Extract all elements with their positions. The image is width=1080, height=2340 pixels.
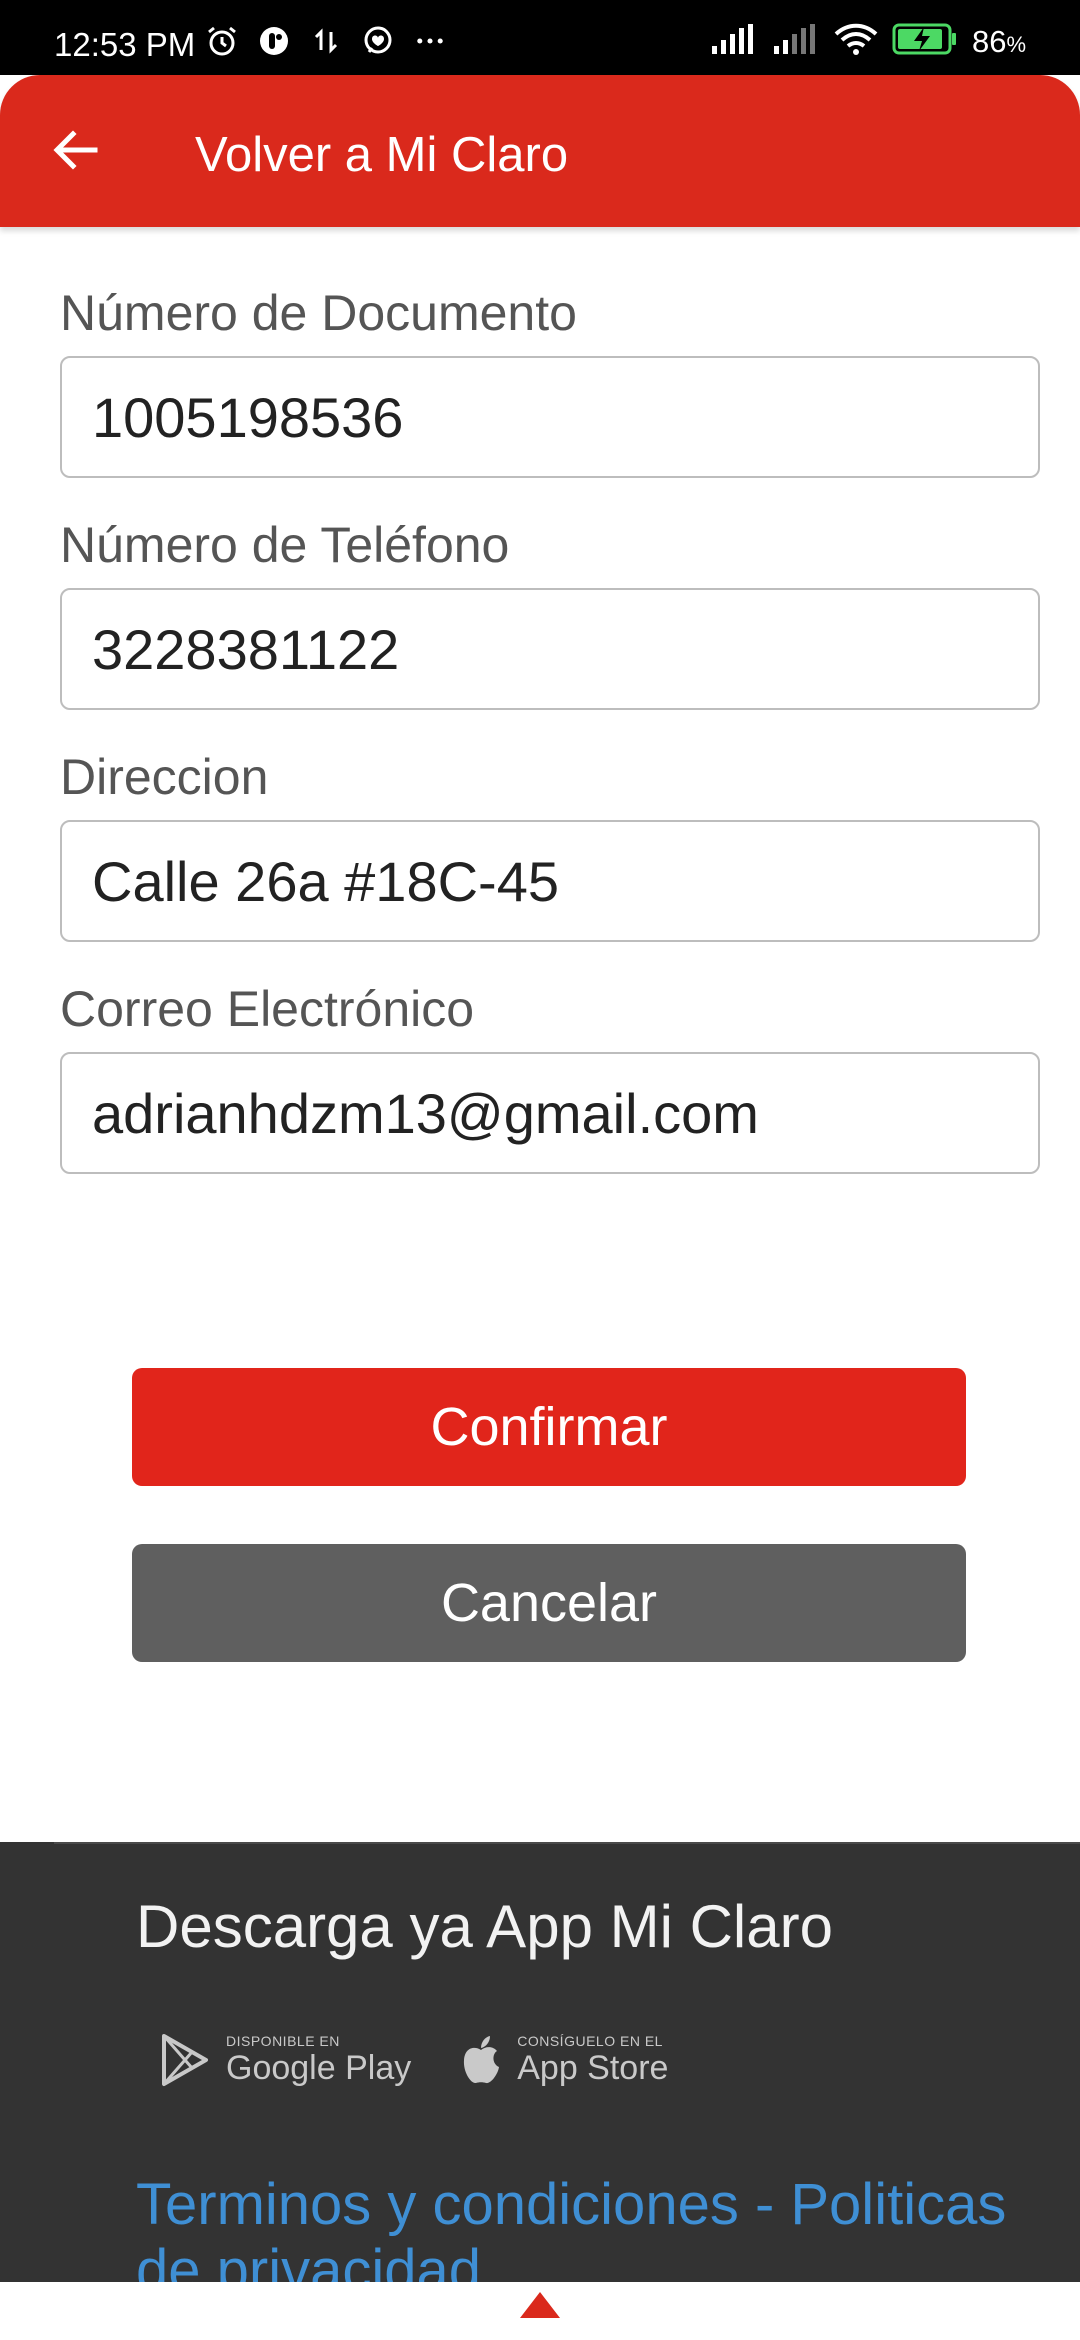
- confirm-button[interactable]: Confirmar: [132, 1368, 966, 1486]
- arrow-left-icon: [53, 130, 98, 170]
- cancel-button[interactable]: Cancelar: [132, 1544, 966, 1662]
- signal-icon: [710, 22, 758, 61]
- document-number-field: Número de Documento: [60, 280, 1040, 478]
- field-label: Direccion: [60, 749, 269, 805]
- chat-icon: [361, 24, 395, 58]
- google-play-small-text: DISPONIBLE EN: [226, 2032, 340, 2049]
- battery-unit: %: [1006, 31, 1026, 57]
- footer: Descarga ya App Mi Claro DISPONIBLE EN G…: [0, 1842, 1080, 2303]
- field-label: Correo Electrónico: [60, 981, 475, 1037]
- status-notification-icons: [205, 24, 447, 58]
- status-bar: 12:53 PM 86%: [0, 0, 1080, 75]
- field-label: Número de Documento: [60, 285, 577, 341]
- more-dots-icon: [413, 24, 447, 58]
- address-field: Direccion: [60, 744, 1040, 942]
- battery-charging-icon: [892, 22, 958, 61]
- email-field: Correo Electrónico: [60, 976, 1040, 1174]
- battery-level: 86%: [972, 24, 1026, 60]
- wifi-icon: [834, 22, 878, 61]
- document-number-input[interactable]: [60, 356, 1040, 478]
- app-bar: Volver a Mi Claro: [0, 75, 1080, 227]
- app-bar-title[interactable]: Volver a Mi Claro: [195, 127, 568, 183]
- app-store-small-text: CONSÍGUELO EN EL: [517, 2032, 663, 2049]
- alarm-icon: [205, 24, 239, 58]
- scroll-up-icon[interactable]: [518, 2290, 562, 2320]
- battery-percent: 86: [971, 23, 1007, 59]
- status-time: 12:53 PM: [54, 26, 196, 63]
- store-badges: DISPONIBLE EN Google Play CONSÍGUELO EN …: [158, 2032, 668, 2088]
- contact-form: Número de Documento Número de Teléfono D…: [60, 280, 1040, 1208]
- back-button[interactable]: [40, 115, 110, 185]
- email-input[interactable]: [60, 1052, 1040, 1174]
- signal-icon: [772, 22, 820, 61]
- phone-number-field: Número de Teléfono: [60, 512, 1040, 710]
- address-input[interactable]: [60, 820, 1040, 942]
- divider: [54, 1842, 1080, 1844]
- messenger-icon: [257, 24, 291, 58]
- app-store-label: App Store: [517, 2048, 669, 2087]
- apple-icon: [464, 2036, 500, 2084]
- status-system-icons: 86%: [710, 22, 1026, 61]
- google-play-icon: [162, 2034, 208, 2086]
- phone-number-input[interactable]: [60, 588, 1040, 710]
- data-transfer-icon: [309, 24, 343, 58]
- google-play-label: Google Play: [226, 2048, 412, 2087]
- app-store-badge[interactable]: CONSÍGUELO EN EL App Store: [459, 2033, 668, 2088]
- field-label: Número de Teléfono: [60, 517, 510, 573]
- footer-title: Descarga ya App Mi Claro: [136, 1893, 833, 1960]
- bottom-bar: [0, 2282, 1080, 2340]
- google-play-badge[interactable]: DISPONIBLE EN Google Play: [158, 2032, 411, 2088]
